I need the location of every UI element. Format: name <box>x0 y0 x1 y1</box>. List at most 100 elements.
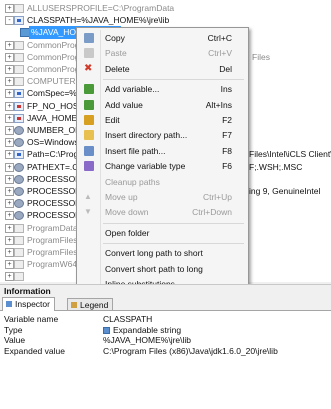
menu-item-shortcut: F7 <box>222 130 232 141</box>
menu-item-label: Move down <box>105 207 149 218</box>
menu-separator <box>103 79 244 81</box>
variable-icon <box>14 235 24 245</box>
menu-item-shortcut: Ctrl+V <box>208 48 232 59</box>
tree-row-label: ALLUSERSPROFILE=C:\ProgramData <box>27 3 175 13</box>
copy-icon <box>84 33 94 43</box>
tree-row[interactable]: + ALLUSERSPROFILE=C:\ProgramData <box>0 2 331 15</box>
legend-icon <box>71 302 77 308</box>
variable-icon <box>14 40 24 50</box>
inspector-icon <box>6 301 12 307</box>
variable-icon <box>14 16 24 26</box>
menu-item-move-up[interactable]: ▲ Move up Ctrl+Up <box>79 190 246 204</box>
menu-item-insert-file-path[interactable]: Insert file path... F8 <box>79 144 246 158</box>
menu-item-label: Insert file path... <box>105 145 166 156</box>
add-variable-icon <box>84 84 94 95</box>
menu-item-shortcut: Ctrl+Up <box>202 192 232 202</box>
expand-icon[interactable]: + <box>5 4 14 13</box>
menu-item-label: Cleanup paths <box>105 176 160 187</box>
collapse-icon[interactable]: - <box>5 16 14 26</box>
menu-item-shortcut: F6 <box>222 161 232 172</box>
file-icon <box>84 145 94 156</box>
tab-legend[interactable]: Legend <box>67 298 114 310</box>
expand-icon[interactable]: + <box>5 272 14 282</box>
expand-icon[interactable]: + <box>5 187 14 196</box>
variable-icon <box>14 126 24 135</box>
tree-row-value-tail: Files <box>252 51 270 62</box>
menu-item-label: Add value <box>105 99 143 110</box>
expand-icon[interactable]: + <box>5 162 14 172</box>
menu-item-change-variable-type[interactable]: Change variable type F6 <box>79 159 246 173</box>
expand-icon[interactable]: + <box>5 260 14 270</box>
menu-item-label: Paste <box>105 48 127 59</box>
expand-icon[interactable]: + <box>5 174 14 184</box>
menu-item-edit[interactable]: Edit F2 <box>79 113 246 127</box>
context-menu: Copy Ctrl+C Paste Ctrl+V ✖ Delete Del Add varia… <box>76 27 249 309</box>
expand-icon[interactable]: + <box>5 199 14 209</box>
expand-icon[interactable]: + <box>5 52 14 62</box>
menu-item-add-variable[interactable]: Add variable... Ins <box>79 82 246 96</box>
menu-item-delete[interactable]: ✖ Delete Del <box>79 62 246 76</box>
variable-icon <box>14 187 24 196</box>
property-value: %JAVA_HOME%\jre\lib <box>103 335 192 345</box>
expand-icon[interactable]: + <box>5 89 14 99</box>
tab-label: Legend <box>80 300 109 310</box>
tree-row-value-tail: ing 9, GenuineIntel <box>249 186 321 196</box>
variable-icon <box>14 52 24 62</box>
property-row: Type Expandable string <box>0 325 331 335</box>
menu-item-label: Change variable type <box>105 161 186 172</box>
menu-item-convert-long-path-to-short[interactable]: Convert long path to short <box>79 246 246 260</box>
variable-icon <box>14 4 24 13</box>
menu-separator <box>103 243 244 245</box>
variable-icon <box>14 199 24 209</box>
menu-item-cleanup-paths[interactable]: Cleanup paths <box>79 175 246 189</box>
menu-item-shortcut: Del <box>219 63 232 74</box>
expand-icon[interactable]: + <box>5 40 14 50</box>
tab-inspector[interactable]: Inspector <box>2 297 55 311</box>
expand-icon[interactable]: + <box>5 235 14 245</box>
expand-icon[interactable]: + <box>5 248 14 257</box>
tree-row[interactable]: - CLASSPATH=%JAVA_HOME%\jre\lib <box>0 14 331 27</box>
arrow-up-icon: ▲ <box>84 192 92 201</box>
variable-icon <box>14 248 24 257</box>
variable-icon <box>14 65 24 74</box>
delete-icon: ✖ <box>84 62 93 74</box>
menu-item-open-folder[interactable]: Open folder <box>79 226 246 240</box>
expand-icon[interactable]: + <box>5 65 14 74</box>
variable-icon <box>14 260 24 270</box>
variable-icon <box>14 138 24 148</box>
menu-item-add-value[interactable]: Add value Alt+Ins <box>79 98 246 112</box>
variable-icon <box>14 77 24 87</box>
variable-icon <box>14 223 24 233</box>
menu-item-label: Convert long path to short <box>105 248 203 259</box>
menu-item-shortcut: Alt+Ins <box>205 99 232 110</box>
expand-icon[interactable]: + <box>5 101 14 111</box>
tree-row-label: CLASSPATH=%JAVA_HOME%\jre\lib <box>27 15 170 26</box>
menu-item-label: Insert directory path... <box>105 130 188 141</box>
arrow-down-icon: ▼ <box>84 207 92 217</box>
paste-icon <box>84 48 94 59</box>
menu-item-label: Edit <box>105 115 120 125</box>
expand-icon[interactable]: + <box>5 138 14 148</box>
menu-item-insert-directory-path[interactable]: Insert directory path... F7 <box>79 128 246 142</box>
info-tabs: Inspector Legend <box>0 296 331 311</box>
menu-item-label: Convert short path to long <box>105 263 203 274</box>
menu-item-copy[interactable]: Copy Ctrl+C <box>79 31 246 45</box>
menu-item-convert-short-path-to-long[interactable]: Convert short path to long <box>79 262 246 276</box>
menu-item-move-down[interactable]: ▼ Move down Ctrl+Down <box>79 205 246 219</box>
expand-icon[interactable]: + <box>5 113 14 123</box>
expand-icon[interactable]: + <box>5 77 14 87</box>
menu-item-paste[interactable]: Paste Ctrl+V <box>79 46 246 60</box>
variable-icon <box>14 211 24 221</box>
menu-item-label: Delete <box>105 63 130 74</box>
expand-icon[interactable]: + <box>5 126 14 135</box>
property-key: Expanded value <box>4 345 65 356</box>
menu-item-label: Move up <box>105 192 138 202</box>
expand-icon[interactable]: + <box>5 223 14 233</box>
menu-item-shortcut: Ctrl+C <box>207 33 232 43</box>
property-key: Type <box>4 324 23 335</box>
property-value: Expandable string <box>113 324 182 335</box>
property-key: Value <box>4 335 26 345</box>
property-value: CLASSPATH <box>103 314 153 324</box>
expand-icon[interactable]: + <box>5 150 14 160</box>
expand-icon[interactable]: + <box>5 211 14 221</box>
